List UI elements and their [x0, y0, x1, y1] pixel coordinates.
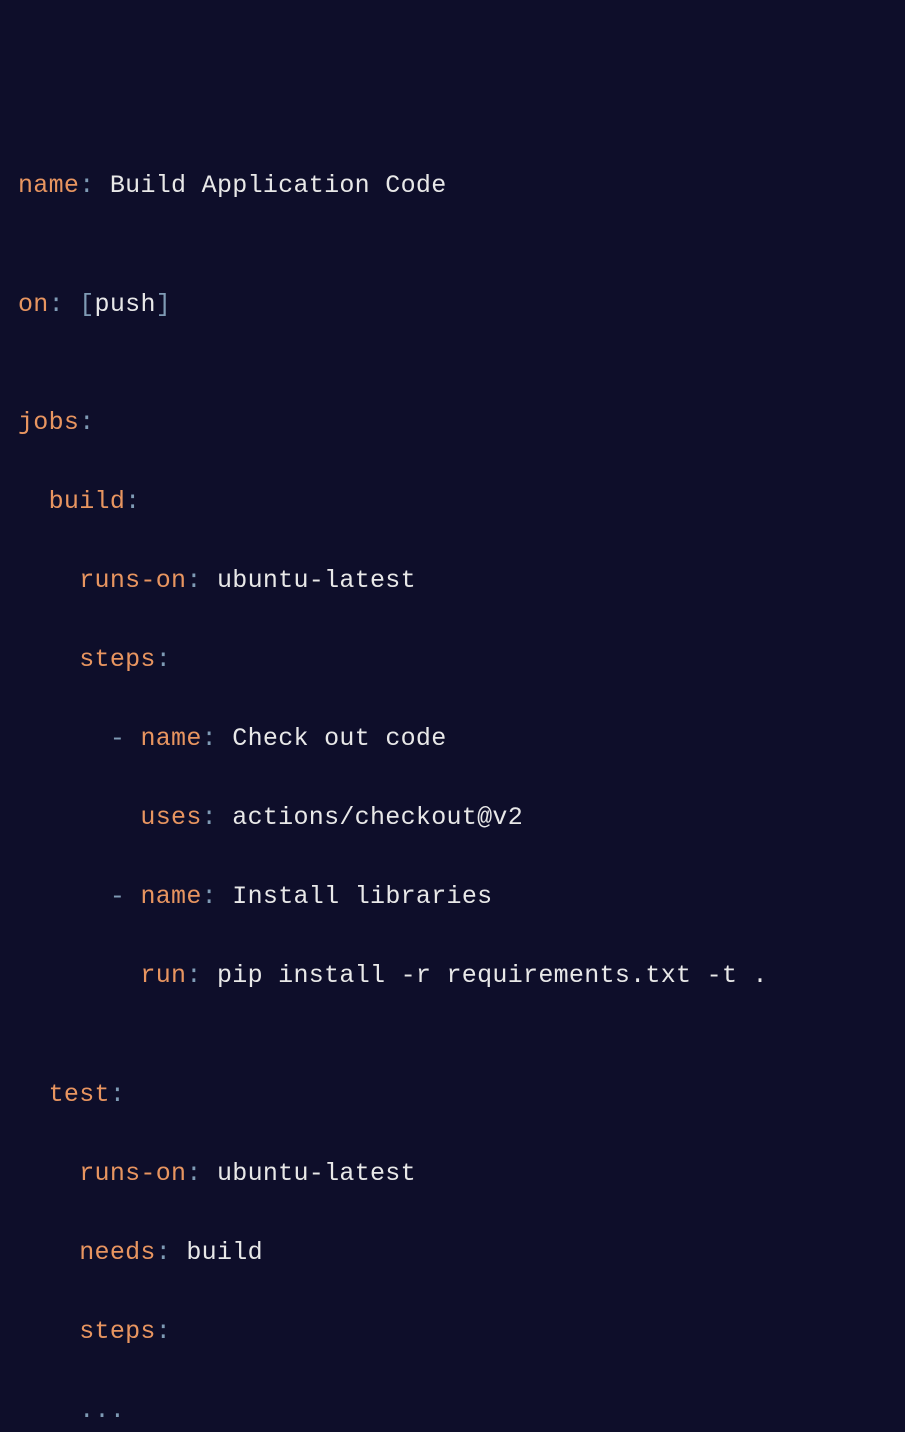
yaml-value-step1-name: Check out code	[232, 724, 446, 753]
colon: :	[156, 1317, 171, 1346]
code-line: runs-on: ubuntu-latest	[18, 1154, 887, 1194]
code-line: jobs:	[18, 403, 887, 443]
colon: :	[186, 1159, 201, 1188]
yaml-key-name: name	[18, 171, 79, 200]
yaml-dash: -	[110, 882, 125, 911]
yaml-value-step1-uses: actions/checkout@v2	[232, 803, 523, 832]
yaml-value-on-event: push	[95, 290, 156, 319]
code-line: steps:	[18, 1312, 887, 1352]
yaml-code-block: name: Build Application Code on: [push] …	[18, 166, 887, 1430]
code-line: run: pip install -r requirements.txt -t …	[18, 956, 887, 996]
colon: :	[202, 882, 217, 911]
colon: :	[186, 961, 201, 990]
yaml-key-test: test	[49, 1080, 110, 1109]
colon: :	[79, 171, 94, 200]
yaml-key-uses: uses	[140, 803, 201, 832]
yaml-key-steps: steps	[79, 645, 156, 674]
colon: :	[125, 487, 140, 516]
yaml-key-runs-on: runs-on	[79, 566, 186, 595]
colon: :	[202, 724, 217, 753]
code-line: uses: actions/checkout@v2	[18, 798, 887, 838]
yaml-key-on: on	[18, 290, 49, 319]
yaml-key-build: build	[49, 487, 126, 516]
yaml-value-step2-run: pip install -r requirements.txt -t .	[217, 961, 768, 990]
yaml-key-run: run	[140, 961, 186, 990]
colon: :	[110, 1080, 125, 1109]
code-line: on: [push]	[18, 285, 887, 325]
yaml-value-step2-name: Install libraries	[232, 882, 492, 911]
code-line: steps:	[18, 640, 887, 680]
bracket-close: ]	[156, 290, 171, 319]
code-line: name: Build Application Code	[18, 166, 887, 206]
code-line: build:	[18, 482, 887, 522]
colon: :	[202, 803, 217, 832]
yaml-value-needs: build	[186, 1238, 263, 1267]
code-line: - name: Check out code	[18, 719, 887, 759]
bracket-open: [	[79, 290, 94, 319]
code-line: needs: build	[18, 1233, 887, 1273]
yaml-value-ubuntu: ubuntu-latest	[217, 1159, 416, 1188]
colon: :	[186, 566, 201, 595]
yaml-key-jobs: jobs	[18, 408, 79, 437]
yaml-key-name: name	[140, 724, 201, 753]
colon: :	[49, 290, 64, 319]
yaml-key-steps: steps	[79, 1317, 156, 1346]
colon: :	[79, 408, 94, 437]
code-line: - name: Install libraries	[18, 877, 887, 917]
yaml-key-needs: needs	[79, 1238, 156, 1267]
ellipsis: ...	[79, 1396, 125, 1425]
code-line: ...	[18, 1391, 887, 1431]
colon: :	[156, 645, 171, 674]
code-line: runs-on: ubuntu-latest	[18, 561, 887, 601]
yaml-key-runs-on: runs-on	[79, 1159, 186, 1188]
yaml-dash: -	[110, 724, 125, 753]
colon: :	[156, 1238, 171, 1267]
yaml-key-name: name	[140, 882, 201, 911]
yaml-value-ubuntu: ubuntu-latest	[217, 566, 416, 595]
code-line: test:	[18, 1075, 887, 1115]
yaml-value-workflow-name: Build Application Code	[110, 171, 447, 200]
